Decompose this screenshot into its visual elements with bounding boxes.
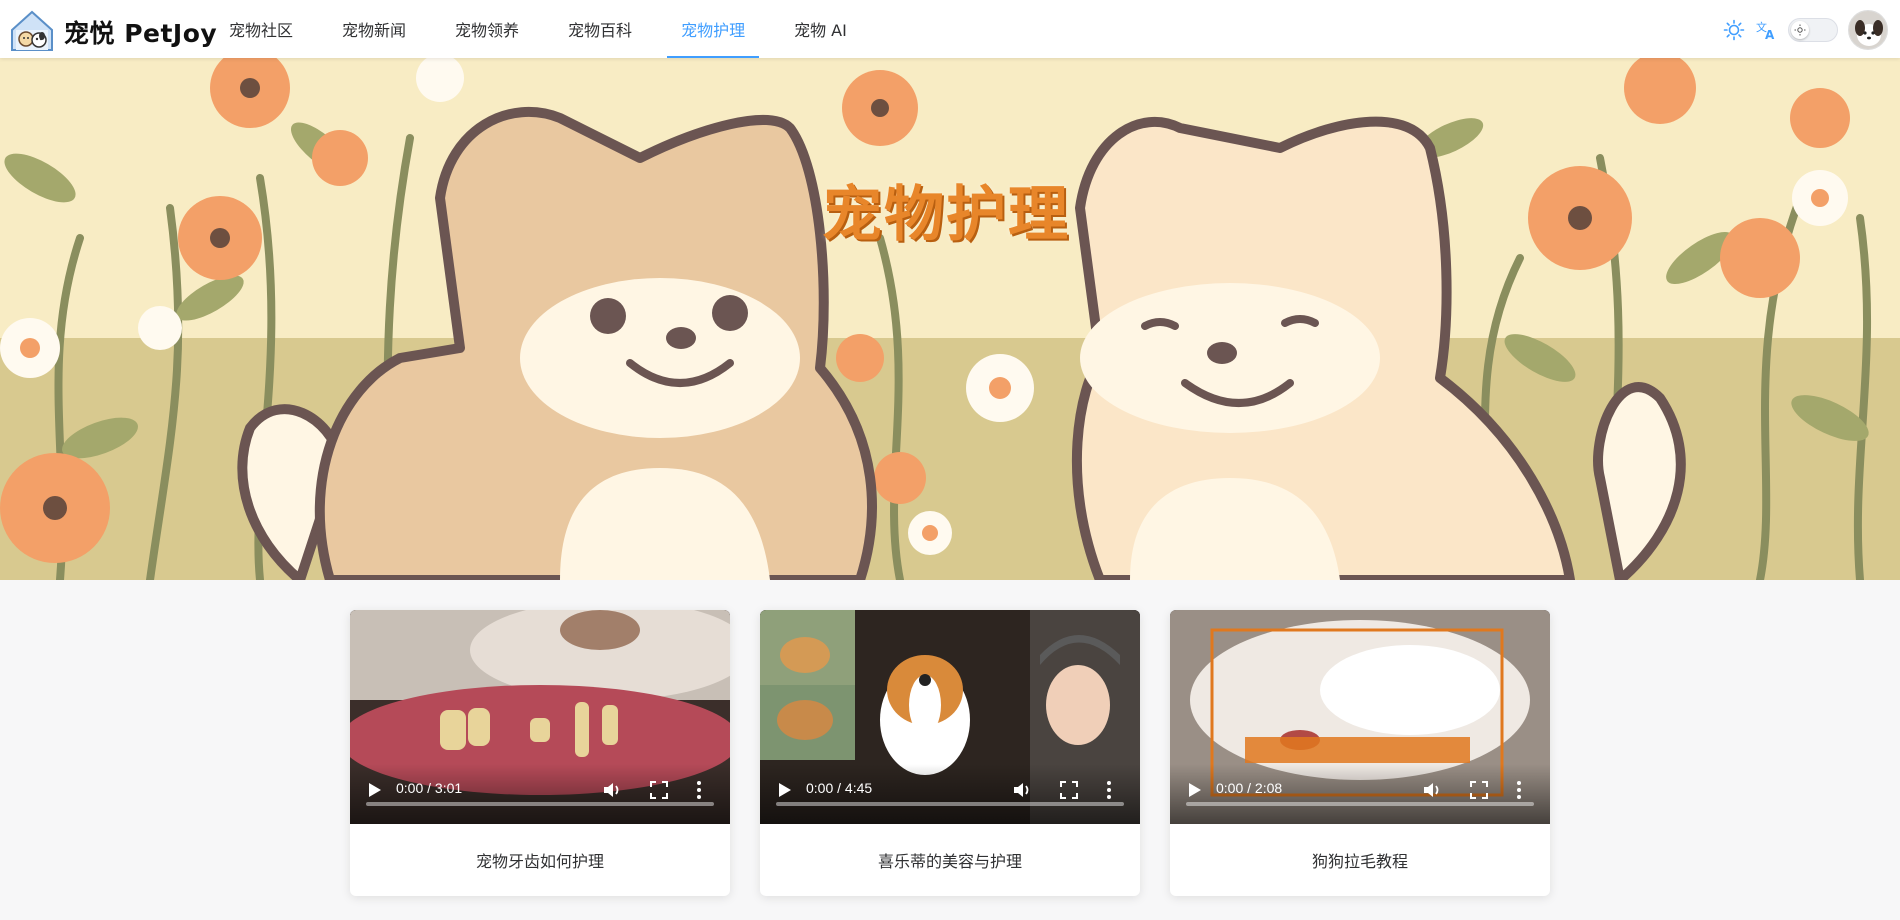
more-options-icon[interactable] bbox=[1106, 780, 1112, 800]
video-time: 0:00 / 3:01 bbox=[396, 780, 463, 796]
main-nav: 宠物社区 宠物新闻 宠物领养 宠物百科 宠物护理 宠物 AI bbox=[215, 0, 882, 58]
theme-toggle[interactable] bbox=[1788, 18, 1838, 42]
video-player[interactable]: 0:00 / 2:08 bbox=[1170, 610, 1550, 824]
video-controls: 0:00 / 3:01 bbox=[350, 764, 730, 824]
video-card: 0:00 / 3:01 宠物牙齿如何护理 bbox=[350, 610, 730, 896]
video-card: 0:00 / 2:08 狗狗拉毛教程 bbox=[1170, 610, 1550, 896]
fullscreen-icon[interactable] bbox=[1470, 781, 1488, 799]
video-player[interactable]: 0:00 / 3:01 bbox=[350, 610, 730, 824]
nav-item-adoption[interactable]: 宠物领养 bbox=[441, 0, 533, 58]
video-progress-bar[interactable] bbox=[776, 802, 1124, 806]
video-controls: 0:00 / 2:08 bbox=[1170, 764, 1550, 824]
svg-text:A: A bbox=[1765, 28, 1775, 41]
banner-illustration bbox=[0, 58, 1900, 580]
nav-item-encyclopedia[interactable]: 宠物百科 bbox=[554, 0, 646, 58]
hero-banner: 宠物护理 bbox=[0, 58, 1900, 580]
volume-icon[interactable] bbox=[1012, 780, 1032, 800]
video-title[interactable]: 狗狗拉毛教程 bbox=[1170, 824, 1550, 896]
play-icon[interactable] bbox=[368, 782, 382, 798]
play-icon[interactable] bbox=[1188, 782, 1202, 798]
volume-icon[interactable] bbox=[602, 780, 622, 800]
video-progress-bar[interactable] bbox=[1186, 802, 1534, 806]
nav-item-care[interactable]: 宠物护理 bbox=[667, 0, 760, 58]
volume-icon[interactable] bbox=[1422, 780, 1442, 800]
top-navbar: 宠悦 PetJoy 宠物社区 宠物新闻 宠物领养 宠物百科 宠物护理 宠物 AI… bbox=[0, 0, 1900, 58]
video-list: 0:00 / 3:01 宠物牙齿如何护理 0:00 / 4:45 喜乐蒂的美容与… bbox=[350, 610, 1550, 896]
nav-item-news[interactable]: 宠物新闻 bbox=[328, 0, 420, 58]
logo-icon[interactable] bbox=[8, 8, 56, 54]
play-icon[interactable] bbox=[778, 782, 792, 798]
video-title[interactable]: 宠物牙齿如何护理 bbox=[350, 824, 730, 896]
banner-title: 宠物护理 bbox=[822, 180, 1070, 250]
translate-icon[interactable]: 文 A bbox=[1752, 16, 1780, 44]
header-actions: 文 A bbox=[1720, 10, 1888, 50]
nav-item-community[interactable]: 宠物社区 bbox=[215, 0, 307, 58]
video-player[interactable]: 0:00 / 4:45 bbox=[760, 610, 1140, 824]
fullscreen-icon[interactable] bbox=[650, 781, 668, 799]
video-title[interactable]: 喜乐蒂的美容与护理 bbox=[760, 824, 1140, 896]
nav-item-ai[interactable]: 宠物 AI bbox=[780, 0, 861, 58]
toggle-knob bbox=[1791, 21, 1809, 39]
more-options-icon[interactable] bbox=[696, 780, 702, 800]
user-avatar[interactable] bbox=[1848, 10, 1888, 50]
more-options-icon[interactable] bbox=[1516, 780, 1522, 800]
video-time: 0:00 / 2:08 bbox=[1216, 780, 1283, 796]
video-card: 0:00 / 4:45 喜乐蒂的美容与护理 bbox=[760, 610, 1140, 896]
sun-icon[interactable] bbox=[1720, 16, 1748, 44]
fullscreen-icon[interactable] bbox=[1060, 781, 1078, 799]
video-progress-bar[interactable] bbox=[366, 802, 714, 806]
video-time: 0:00 / 4:45 bbox=[806, 780, 873, 796]
brand-name[interactable]: 宠悦 PetJoy bbox=[64, 14, 217, 50]
video-controls: 0:00 / 4:45 bbox=[760, 764, 1140, 824]
